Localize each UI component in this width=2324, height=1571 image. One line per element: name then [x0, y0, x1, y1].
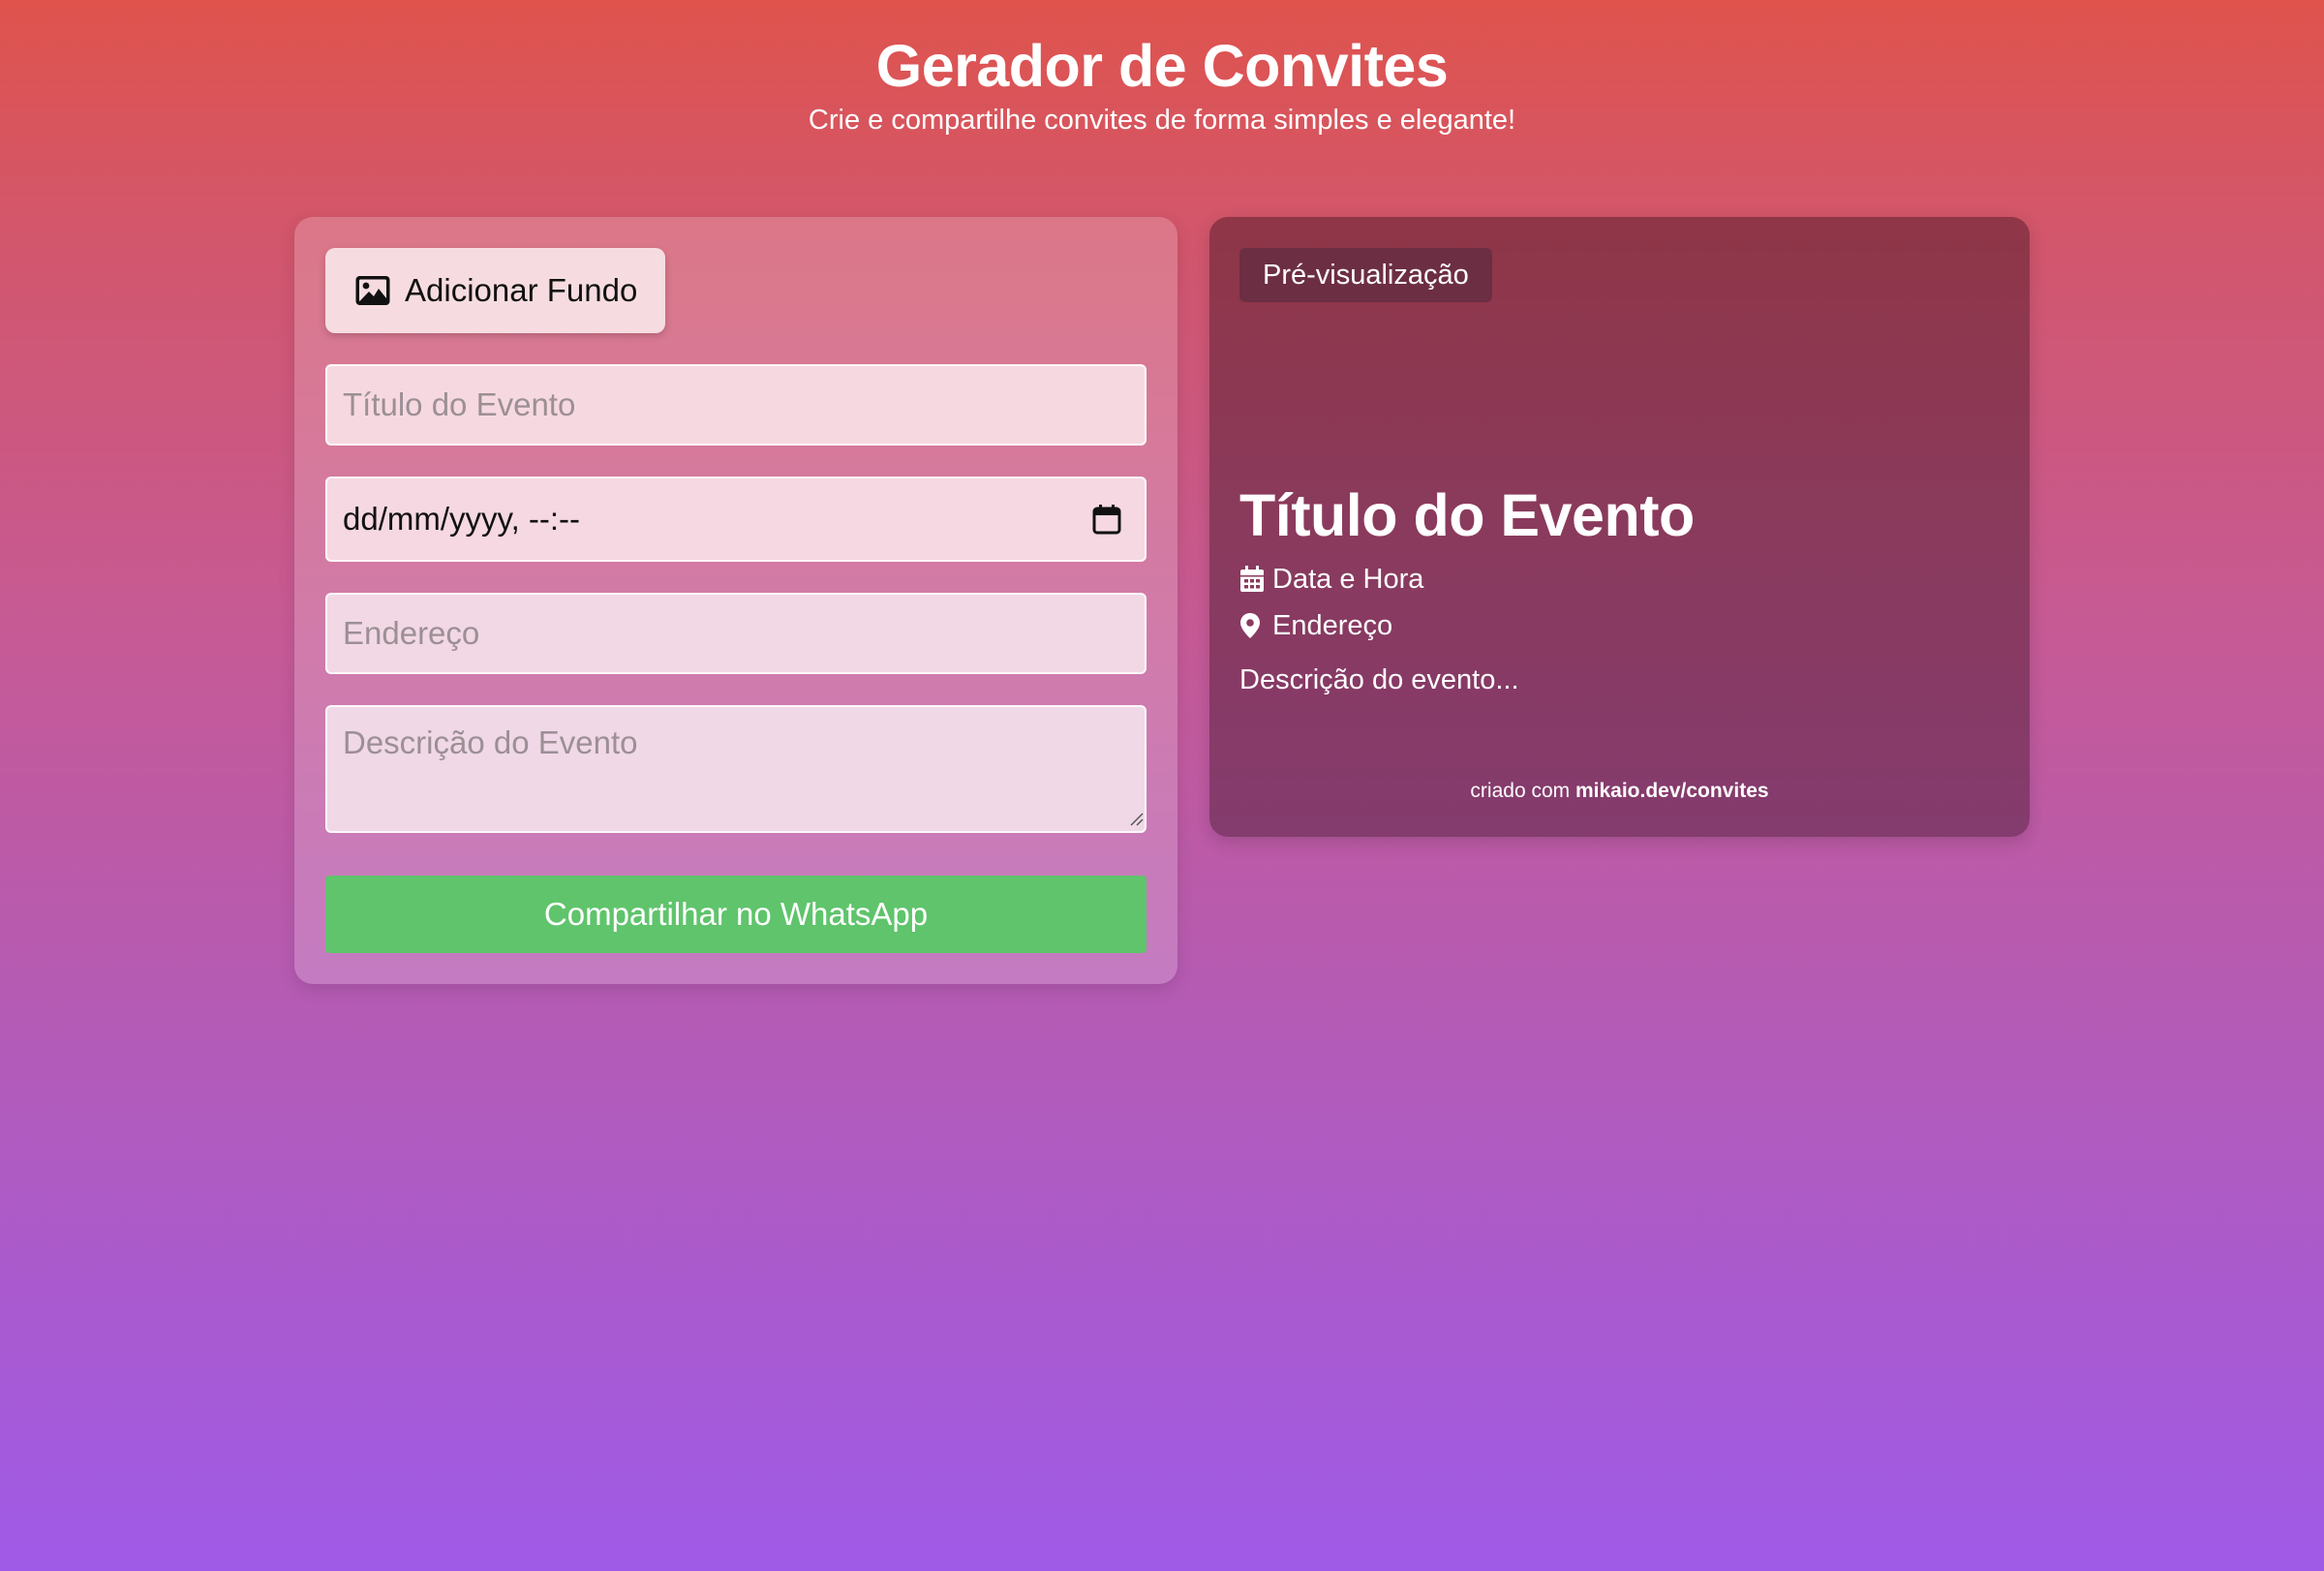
- preview-date-label: Data e Hora: [1272, 564, 1424, 595]
- preview-address-label: Endereço: [1272, 610, 1393, 641]
- page-subtitle: Crie e compartilhe convites de forma sim…: [808, 105, 1516, 136]
- add-background-button[interactable]: Adicionar Fundo: [325, 248, 665, 333]
- preview-badge: Pré-visualização: [1239, 248, 1492, 302]
- map-pin-icon: [1239, 612, 1265, 639]
- event-title-input[interactable]: [325, 364, 1147, 446]
- share-whatsapp-button[interactable]: Compartilhar no WhatsApp: [325, 876, 1147, 953]
- resize-grip-icon[interactable]: [1129, 812, 1145, 827]
- preview-footer: criado com mikaio.dev/convites: [1209, 777, 2030, 806]
- invite-preview-card: Pré-visualização Título do Evento Data e…: [1209, 217, 2030, 837]
- event-address-input[interactable]: [325, 593, 1147, 674]
- event-description-input[interactable]: [325, 705, 1147, 833]
- datetime-value: dd/mm/yyyy, --:--: [343, 501, 581, 537]
- preview-address: Endereço: [1239, 606, 1392, 645]
- event-datetime-input[interactable]: dd/mm/yyyy, --:--: [325, 477, 1147, 562]
- preview-title: Título do Evento: [1239, 482, 1695, 548]
- footer-link[interactable]: mikaio.dev/convites: [1575, 780, 1769, 802]
- add-background-label: Adicionar Fundo: [405, 272, 638, 308]
- footer-prefix: criado com: [1470, 780, 1571, 802]
- preview-date: Data e Hora: [1239, 560, 1423, 599]
- calendar-icon: [1239, 566, 1265, 593]
- page-title: Gerador de Convites: [875, 33, 1449, 99]
- preview-description: Descrição do evento...: [1239, 664, 1519, 695]
- image-icon: [354, 274, 391, 307]
- invite-form: Adicionar Fundo dd/mm/yyyy, --:-- Compar…: [294, 217, 1177, 984]
- calendar-icon[interactable]: [1092, 504, 1121, 535]
